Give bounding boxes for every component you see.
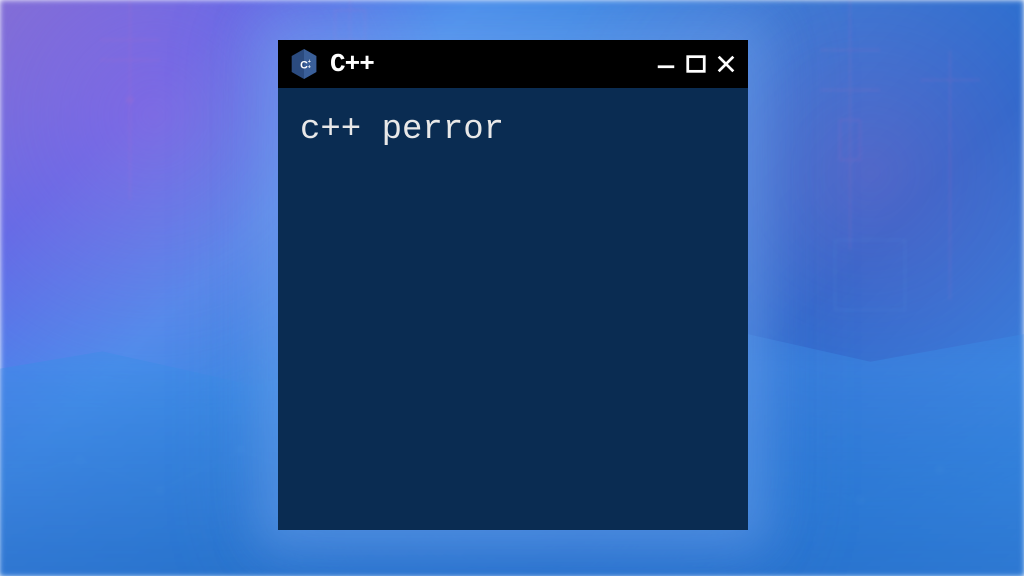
terminal-content: c++ perror [300,110,726,151]
svg-text:+: + [308,64,311,70]
cpp-icon: C + + [288,48,320,80]
terminal-body[interactable]: c++ perror [278,88,748,530]
close-button[interactable] [714,52,738,76]
maximize-button[interactable] [684,52,708,76]
window-title: C++ [330,49,644,79]
window-titlebar[interactable]: C + + C++ [278,40,748,88]
window-controls [654,52,738,76]
terminal-window: C + + C++ c++ perror [278,40,748,530]
svg-text:C: C [300,59,308,71]
minimize-button[interactable] [654,52,678,76]
